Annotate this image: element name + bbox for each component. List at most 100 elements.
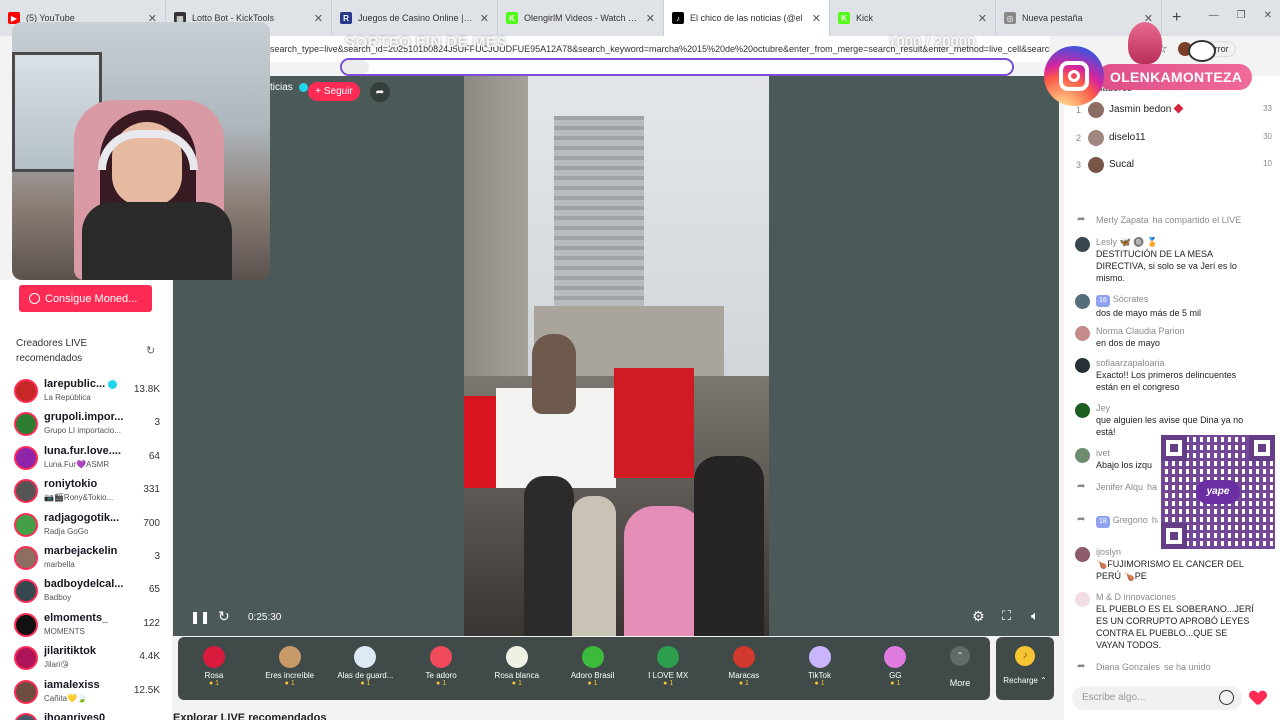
chat-username-text: Lesly 🦋 🔘 🏅 — [1096, 237, 1159, 247]
host-name[interactable]: ticias — [270, 82, 308, 93]
gift-icon — [203, 646, 225, 668]
viewer-count: 12.5K — [133, 684, 160, 696]
avatar[interactable] — [1075, 294, 1090, 309]
avatar[interactable] — [1075, 326, 1090, 341]
recommended-creator[interactable]: elmoments_ MOMENTS 122 — [14, 610, 164, 640]
close-tab-icon[interactable]: ✕ — [480, 12, 489, 25]
tab-favicon-icon: R — [340, 12, 352, 24]
chat-username[interactable]: sofiaarzapaloaria — [1096, 357, 1255, 369]
creator-name-text: jhoanrives0 — [44, 712, 106, 720]
close-tab-icon[interactable]: ✕ — [646, 12, 655, 25]
gift-price-value: 1 — [290, 680, 295, 687]
coin-icon: ♪ — [1015, 646, 1035, 666]
live-video[interactable] — [464, 76, 769, 636]
emoji-icon[interactable] — [1219, 690, 1234, 705]
browser-tab[interactable]: ♪ El chico de las noticias (@el ✕ — [664, 0, 830, 36]
avatar[interactable] — [1075, 448, 1090, 463]
like-heart-icon[interactable] — [1250, 690, 1266, 706]
gift-item[interactable]: Maracas ● 1 — [709, 640, 779, 698]
recommended-creator[interactable]: luna.fur.love.... Luna.Fur💜ASMR 64 — [14, 443, 164, 473]
get-coins-button[interactable]: Consigue Moned... — [19, 285, 152, 312]
share-icon[interactable]: ➦ — [370, 82, 390, 102]
fullscreen-icon[interactable]: ⛶ — [1002, 608, 1011, 624]
chat-username[interactable]: 18 Gregorio — [1096, 515, 1148, 528]
creator-nickname: Luna.Fur💜ASMR — [44, 459, 110, 469]
new-tab-button[interactable]: + — [1162, 9, 1191, 27]
creator-name-text: badboydelcal... — [44, 578, 124, 591]
chat-username[interactable]: Norma Claudia Parion — [1096, 325, 1255, 337]
tab-title: Nueva pestaña — [1022, 13, 1083, 23]
chat-username[interactable]: Jey — [1096, 402, 1255, 414]
viewer-count: 3 — [154, 551, 160, 562]
recommended-creator[interactable]: marbejackelin marbella 3 — [14, 543, 164, 573]
avatar — [14, 412, 38, 437]
chat-username[interactable]: M & D innovaciones — [1096, 591, 1255, 603]
more-gifts-button[interactable]: ⌃ More — [940, 642, 980, 694]
rank-number: 1 — [1076, 105, 1082, 115]
pause-icon[interactable]: ❚❚ — [190, 610, 210, 624]
volume-icon[interactable]: 🔈︎ — [1031, 608, 1039, 624]
chat-username[interactable]: Lesly 🦋 🔘 🏅 — [1096, 236, 1255, 248]
refresh-list-icon[interactable]: ↻ — [146, 344, 155, 357]
avatar[interactable] — [1075, 403, 1090, 418]
recommended-creator[interactable]: jhoanrives0 — [14, 710, 164, 720]
settings-gear-icon[interactable]: ⚙ — [972, 608, 985, 625]
restore-icon[interactable]: ❐ — [1237, 10, 1246, 21]
gift-label: Rosa — [204, 671, 224, 680]
avatar[interactable] — [1075, 358, 1090, 373]
creator-nickname: Cañita💛🍃 — [44, 693, 88, 703]
chat-username[interactable]: 16 Sócrates — [1096, 293, 1255, 307]
close-window-icon[interactable]: ✕ — [1264, 10, 1272, 21]
gift-item[interactable]: GG ● 1 — [860, 640, 930, 698]
tab-favicon-icon: K — [506, 12, 518, 24]
browser-tab[interactable]: K OlengirlM Videos - Watch On- ✕ — [498, 0, 664, 36]
gift-item[interactable]: Eres increíble ● 1 — [255, 640, 325, 698]
creator-name: radjagogotik... — [44, 512, 119, 524]
close-tab-icon[interactable]: ✕ — [978, 12, 987, 25]
gift-item[interactable]: TikTok ● 1 — [785, 640, 855, 698]
avatar — [1088, 157, 1104, 173]
chat-username-text: Gregorio — [1112, 515, 1148, 525]
gift-item[interactable]: Adoro Brasil ● 1 — [558, 640, 628, 698]
chat-username[interactable]: Jenifer Alqu — [1096, 482, 1143, 492]
gift-item[interactable]: I LOVE MX ● 1 — [633, 640, 703, 698]
gift-item[interactable]: Alas de guard... ● 1 — [330, 640, 400, 698]
gift-label: Maracas — [728, 671, 760, 680]
avatar[interactable] — [1075, 547, 1090, 562]
recommended-creator[interactable]: roniytokio 📷🎬Rony&Tokio... 331 — [14, 476, 164, 506]
chat-username[interactable]: Merly Zapata — [1096, 215, 1149, 225]
recharge-button[interactable]: ♪ Recharge ⌃ — [996, 637, 1054, 700]
gift-item[interactable]: Te adoro ● 1 — [406, 640, 476, 698]
top-gifter-row[interactable]: 3 Sucal 10 — [1076, 157, 1272, 177]
chat-username-text: Norma Claudia Parion — [1096, 326, 1185, 336]
refresh-icon[interactable]: ↻ — [218, 608, 230, 625]
top-gifter-row[interactable]: 2 diselo11 30 — [1076, 129, 1272, 150]
recommended-creator[interactable]: jilaritiktok Jilari😘 4.4K — [14, 643, 164, 673]
creator-name: elmoments_ — [44, 612, 108, 624]
close-tab-icon[interactable]: ✕ — [812, 12, 821, 25]
follow-button[interactable]: + Seguir — [308, 82, 360, 101]
gift-item[interactable]: Rosa blanca ● 1 — [482, 640, 552, 698]
recommended-creator[interactable]: radjagogotik... Radja GoGo 700 — [14, 510, 164, 540]
avatar[interactable] — [1075, 237, 1090, 252]
browser-tab[interactable]: K Kick ✕ — [830, 0, 996, 36]
gift-price: ● 1 — [709, 680, 779, 687]
recommended-creator[interactable]: grupoli.impor... Grupo LI importacio... 3 — [14, 409, 164, 439]
minimize-icon[interactable]: — — [1209, 10, 1219, 21]
recommended-creator[interactable]: iamalexiss Cañita💛🍃 12.5K — [14, 677, 164, 707]
recommended-creator[interactable]: badboydelcal... Badboy 65 — [14, 576, 164, 606]
gifter-score: 33 — [1263, 104, 1272, 113]
viewer-count: 4.4K — [139, 651, 160, 663]
browser-tab[interactable]: R Juegos de Casino Online | Apu ✕ — [332, 0, 498, 36]
chat-message: Norma Claudia Parion en dos de mayo — [1075, 325, 1255, 349]
avatar[interactable] — [1075, 592, 1090, 607]
gift-icon — [808, 646, 831, 668]
gift-item[interactable]: Rosa ● 1 — [179, 640, 249, 698]
chat-username[interactable]: Diana Gonzales — [1096, 662, 1160, 672]
gift-price-value: 1 — [215, 680, 220, 687]
recommended-creator[interactable]: larepublic... La República 13.8K — [14, 376, 164, 406]
tab-favicon-icon: ♪ — [672, 12, 684, 24]
close-tab-icon[interactable]: ✕ — [314, 12, 323, 25]
creator-nickname: MOMENTS — [44, 626, 85, 636]
chat-input[interactable]: Escribe algo... — [1072, 686, 1242, 710]
